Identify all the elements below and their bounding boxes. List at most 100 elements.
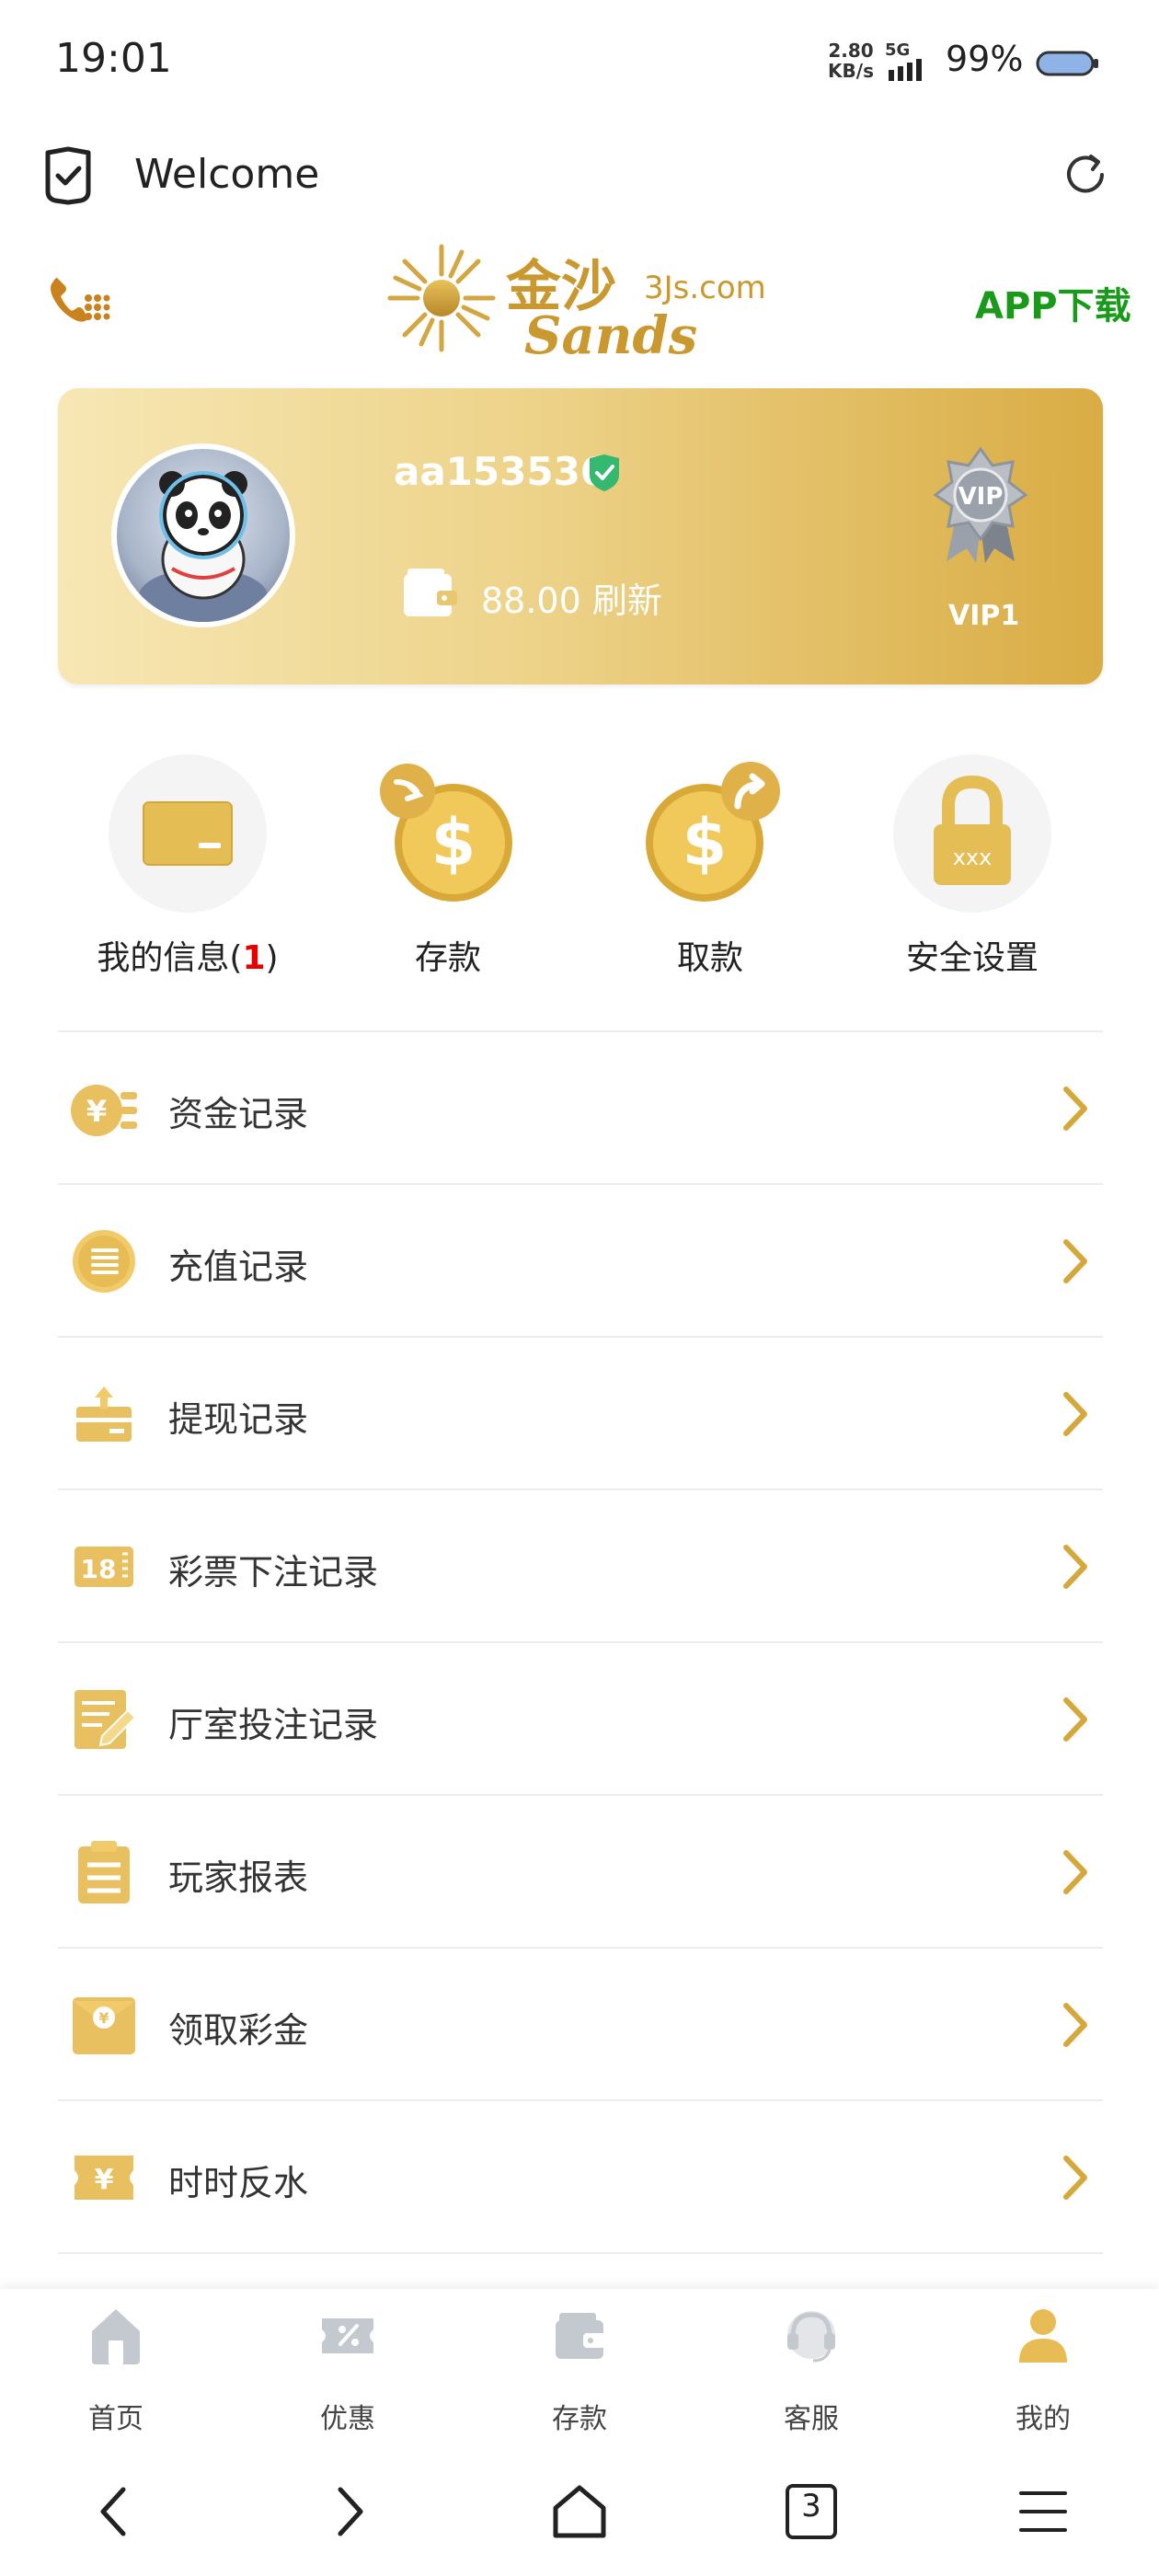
- nav-label: 首页: [88, 2403, 143, 2435]
- chevron-left-icon: [100, 2487, 126, 2536]
- withdraw-coin-icon: $: [646, 762, 780, 902]
- nav-support[interactable]: 客服: [695, 2289, 927, 2445]
- menu-item-hall-bets[interactable]: 厅室投注记录: [58, 1641, 1103, 1794]
- nav-profile[interactable]: 我的: [927, 2289, 1159, 2445]
- forward-button[interactable]: [311, 2482, 384, 2541]
- quick-action-my-info[interactable]: 我的信息(1): [77, 754, 298, 979]
- quick-action-label: 我的信息(1): [97, 939, 279, 977]
- menu-item-player-report[interactable]: 玩家报表: [58, 1794, 1103, 1947]
- card-icon: [143, 801, 233, 866]
- lock-icon: xxx: [934, 775, 1011, 885]
- chevron-right-icon: [1063, 2156, 1087, 2200]
- logo-en-text: Sands: [524, 305, 697, 361]
- svg-text:¥: ¥: [95, 2164, 114, 2196]
- network-speed-unit: KB/s: [828, 60, 874, 82]
- hamburger-menu-icon: [1019, 2491, 1067, 2532]
- lock-text: xxx: [953, 845, 993, 870]
- quick-action-label: 存款: [414, 939, 481, 977]
- panda-avatar-icon: [139, 471, 268, 622]
- username: aa153536: [394, 449, 608, 494]
- vip-badge-text: VIP: [958, 483, 1004, 511]
- chevron-right-icon: [1063, 1087, 1087, 1131]
- network-speed: 2.80 KB/s: [828, 40, 874, 81]
- battery-icon: [1036, 51, 1098, 76]
- nav-label: 存款: [552, 2403, 607, 2435]
- customer-phone-icon[interactable]: [44, 269, 110, 329]
- brand-logo: 金沙 3Js.com Sands: [387, 244, 766, 361]
- menu-item-label: 领取彩金: [168, 2010, 309, 2051]
- quick-action-label: 取款: [676, 939, 743, 977]
- balance-refresh[interactable]: 刷新: [592, 581, 662, 621]
- menu-item-rebate[interactable]: ¥ 时时反水: [58, 2099, 1103, 2252]
- app-download-link[interactable]: APP下载: [975, 276, 1131, 329]
- svg-text:$: $: [683, 805, 728, 880]
- avatar[interactable]: [111, 443, 295, 627]
- menu-button[interactable]: [1006, 2482, 1080, 2541]
- menu-item-label: 彩票下注记录: [168, 1552, 379, 1593]
- nav-home[interactable]: 首页: [0, 2289, 232, 2445]
- system-navigation-bar: 3: [0, 2445, 1159, 2576]
- menu-item-fund-records[interactable]: ¥ 资金记录: [58, 1030, 1103, 1183]
- menu-item-recharge-records[interactable]: 充值记录: [58, 1183, 1103, 1336]
- menu-item-label: 玩家报表: [168, 1857, 309, 1898]
- headset-icon: [787, 2311, 835, 2363]
- shield-check-icon[interactable]: [40, 145, 96, 206]
- refresh-icon[interactable]: [1060, 149, 1111, 201]
- user-icon: [1019, 2309, 1067, 2363]
- verified-shield-icon: [590, 454, 619, 491]
- vip-level: VIP1: [948, 600, 1020, 632]
- menu-item-lottery-bets[interactable]: 18 彩票下注记录: [58, 1489, 1103, 1641]
- back-button[interactable]: [79, 2482, 153, 2541]
- balance-amount: 88.00: [481, 581, 581, 621]
- profile-card: aa153536 88.00 刷新 VIP VIP1: [58, 388, 1103, 684]
- menu-item-label: 厅室投注记录: [168, 1705, 379, 1745]
- chevron-right-icon: [338, 2487, 363, 2536]
- quick-action-deposit[interactable]: $ 存款: [338, 754, 558, 979]
- chevron-right-icon: [1063, 1545, 1087, 1589]
- nav-label: 我的: [1016, 2403, 1071, 2435]
- tabs-count: 3: [801, 2488, 821, 2524]
- status-time: 19:01: [55, 35, 172, 82]
- wallet-icon: [556, 2313, 605, 2359]
- network-speed-value: 2.80: [828, 40, 874, 62]
- unread-count: 1: [242, 939, 266, 977]
- menu-item-label: 资金记录: [168, 1094, 309, 1134]
- note-pen-icon: [75, 1690, 137, 1749]
- lottery-ticket-icon: 18: [75, 1547, 133, 1587]
- svg-text:¥: ¥: [98, 2009, 109, 2027]
- coupon-icon: [322, 2318, 373, 2353]
- withdraw-box-icon: [76, 1386, 132, 1442]
- yuan-coin-icon: ¥: [71, 1085, 137, 1136]
- rebate-ticket-icon: ¥: [75, 2156, 133, 2200]
- chevron-right-icon: [1063, 1850, 1087, 1894]
- chevron-right-icon: [1063, 1697, 1087, 1742]
- quick-action-security[interactable]: xxx 安全设置: [862, 754, 1083, 979]
- home-button[interactable]: [543, 2482, 616, 2541]
- menu-list: ¥ 资金记录 充值记录 提现记录 18 彩票下注记录 厅室投注记录 玩家报表 ¥…: [58, 1030, 1103, 2254]
- tabs-button[interactable]: 3: [775, 2482, 848, 2541]
- home-icon: [92, 2309, 140, 2364]
- page-title: Welcome: [134, 151, 320, 198]
- balance: 88.00 刷新: [481, 572, 662, 623]
- svg-text:¥: ¥: [86, 1094, 107, 1129]
- quick-action-withdraw[interactable]: $ 取款: [600, 754, 820, 979]
- deposit-coin-icon: $: [380, 764, 512, 902]
- wallet-icon: [404, 569, 457, 616]
- menu-item-label: 提现记录: [168, 1399, 309, 1440]
- battery-percent: 99%: [946, 39, 1024, 79]
- menu-item-claim-bonus[interactable]: ¥ 领取彩金: [58, 1947, 1103, 2099]
- bottom-nav: 首页 优惠 存款 客服 我的: [0, 2289, 1159, 2445]
- nav-label: 优惠: [320, 2403, 375, 2435]
- lottery-ticket-number: 18: [81, 1554, 117, 1584]
- menu-item-withdraw-records[interactable]: 提现记录: [58, 1336, 1103, 1489]
- svg-text:$: $: [431, 805, 476, 880]
- menu-item-label: 充值记录: [168, 1247, 309, 1287]
- home-outline-icon: [553, 2485, 606, 2538]
- nav-promotions[interactable]: 优惠: [232, 2289, 464, 2445]
- list-coin-icon: [73, 1230, 135, 1293]
- chevron-right-icon: [1063, 1239, 1087, 1283]
- nav-deposit[interactable]: 存款: [464, 2289, 695, 2445]
- logo-site-text: 3Js.com: [644, 270, 766, 306]
- clipboard-icon: [78, 1841, 130, 1903]
- nav-label: 客服: [784, 2403, 839, 2435]
